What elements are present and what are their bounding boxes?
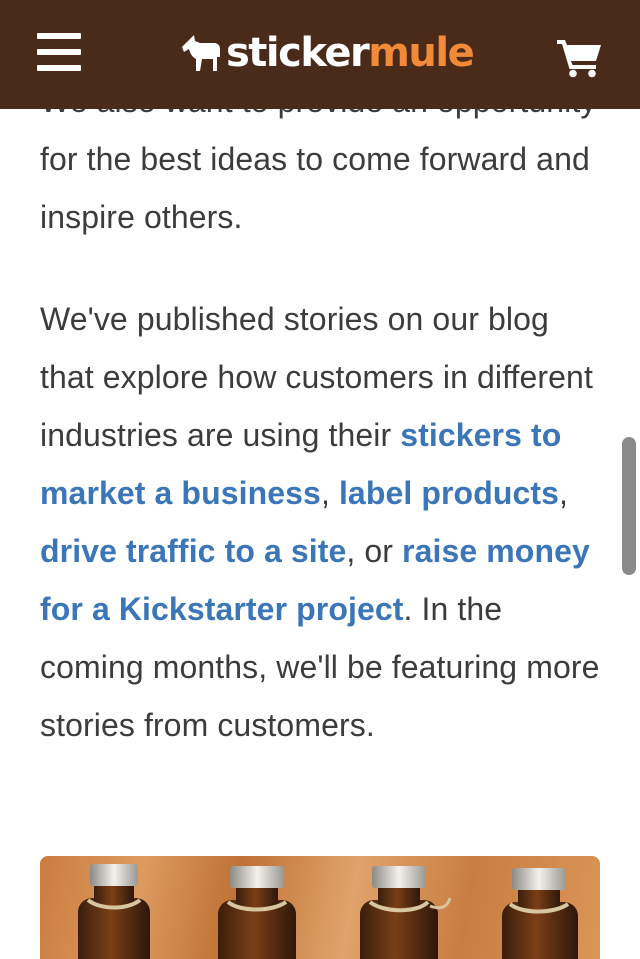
hamburger-menu-icon[interactable] — [37, 33, 82, 73]
article-body: We also want to provide an opportunity f… — [40, 72, 600, 754]
separator-1: , — [320, 475, 339, 511]
bottles-photo-illustration — [40, 856, 600, 959]
shopping-cart-icon[interactable] — [556, 36, 604, 78]
article-photo — [40, 856, 600, 959]
link-label-products[interactable]: label products — [339, 475, 559, 511]
link-drive-traffic[interactable]: drive traffic to a site — [40, 533, 346, 569]
scrollbar-thumb[interactable] — [622, 437, 636, 575]
menu-bar — [37, 65, 81, 71]
shopping-cart-svg — [557, 40, 601, 78]
mule-logo-icon — [182, 35, 220, 71]
logo-wordmark: stickermule — [226, 30, 475, 76]
menu-bar — [37, 33, 81, 39]
sticker-mule-logo[interactable]: stickermule — [180, 28, 475, 78]
menu-bar — [37, 49, 81, 55]
page: We also want to provide an opportunity f… — [0, 0, 640, 959]
logo-sticker-text: sticker — [226, 30, 370, 76]
site-header: stickermule — [0, 0, 640, 109]
separator-3: , or — [346, 533, 403, 569]
logo-mule-text: mule — [368, 30, 475, 76]
separator-2: , — [559, 475, 569, 511]
paragraph-stories: We've published stories on our blog that… — [40, 290, 600, 754]
